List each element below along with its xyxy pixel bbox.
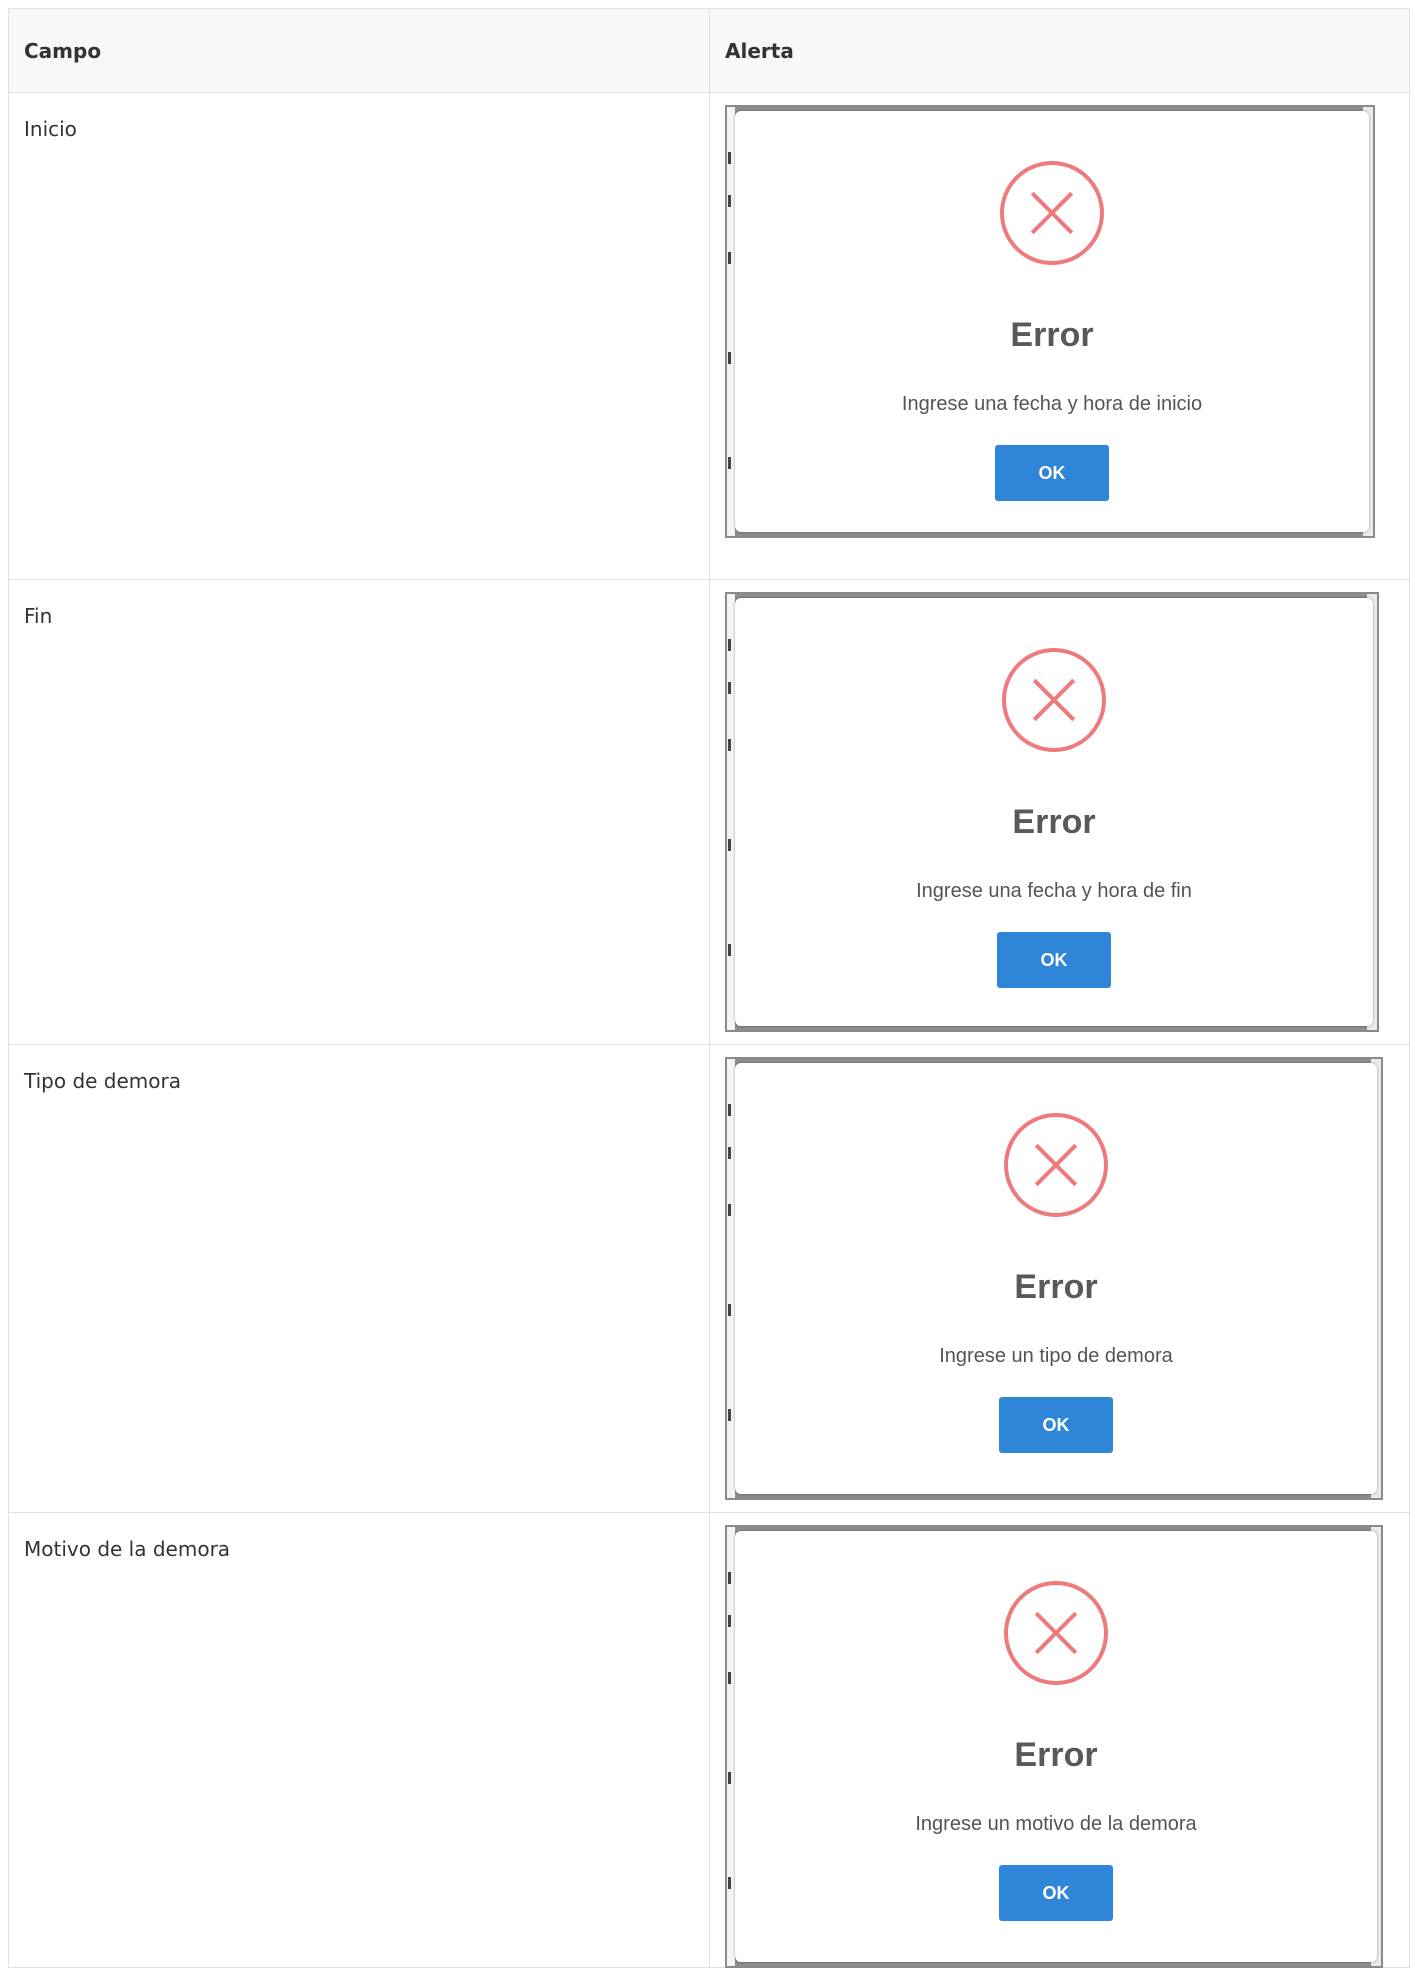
error-dialog: Error Ingrese una fecha y hora de fin OK [735, 598, 1373, 1026]
field-name: Inicio [8, 92, 710, 580]
field-name: Fin [8, 579, 710, 1045]
dialog-title: Error [1014, 1736, 1098, 1774]
error-x-circle-icon [1002, 648, 1106, 752]
error-dialog: Error Ingrese un tipo de demora OK [735, 1063, 1377, 1494]
table-header-row: Campo Alerta [8, 8, 1410, 93]
table-row: Tipo de demora Error Ingrese un tipo de … [8, 1044, 1410, 1513]
alert-cell: Error Ingrese un tipo de demora OK [709, 1044, 1410, 1513]
error-x-circle-icon [1004, 1581, 1108, 1685]
ok-button[interactable]: OK [995, 445, 1109, 501]
ok-button[interactable]: OK [999, 1397, 1113, 1453]
ok-button[interactable]: OK [997, 932, 1111, 988]
table-row: Fin Error Ingrese una fecha y hora de fi… [8, 579, 1410, 1045]
dialog-message: Ingrese un tipo de demora [939, 1345, 1173, 1367]
table-row: Motivo de la demora Error Ingrese un mot… [8, 1512, 1410, 1968]
dialog-title: Error [1012, 803, 1096, 841]
dialog-title: Error [1014, 1268, 1098, 1306]
alert-cell: Error Ingrese una fecha y hora de inicio… [709, 92, 1410, 580]
dialog-message: Ingrese un motivo de la demora [915, 1813, 1197, 1835]
error-dialog: Error Ingrese un motivo de la demora OK [735, 1531, 1377, 1962]
error-x-circle-icon [1004, 1113, 1108, 1217]
alert-screenshot: Error Ingrese un motivo de la demora OK [725, 1525, 1383, 1968]
dialog-message: Ingrese una fecha y hora de inicio [901, 393, 1203, 415]
alert-cell: Error Ingrese un motivo de la demora OK [709, 1512, 1410, 1968]
header-alerta: Alerta [709, 8, 1410, 93]
dialog-message: Ingrese una fecha y hora de fin [916, 880, 1192, 902]
alert-screenshot: Error Ingrese una fecha y hora de fin OK [725, 592, 1379, 1032]
field-name: Motivo de la demora [8, 1512, 710, 1968]
error-dialog: Error Ingrese una fecha y hora de inicio… [735, 111, 1369, 532]
alert-cell: Error Ingrese una fecha y hora de fin OK [709, 579, 1410, 1045]
error-x-circle-icon [1000, 161, 1104, 265]
alerts-table: Campo Alerta Inicio Error Ingrese una fe… [8, 8, 1410, 1968]
dialog-title: Error [1010, 316, 1094, 354]
alert-screenshot: Error Ingrese un tipo de demora OK [725, 1057, 1383, 1500]
table-row: Inicio Error Ingrese una fecha y hora de… [8, 92, 1410, 580]
ok-button[interactable]: OK [999, 1865, 1113, 1921]
header-campo: Campo [8, 8, 710, 93]
alert-screenshot: Error Ingrese una fecha y hora de inicio… [725, 105, 1375, 538]
field-name: Tipo de demora [8, 1044, 710, 1513]
